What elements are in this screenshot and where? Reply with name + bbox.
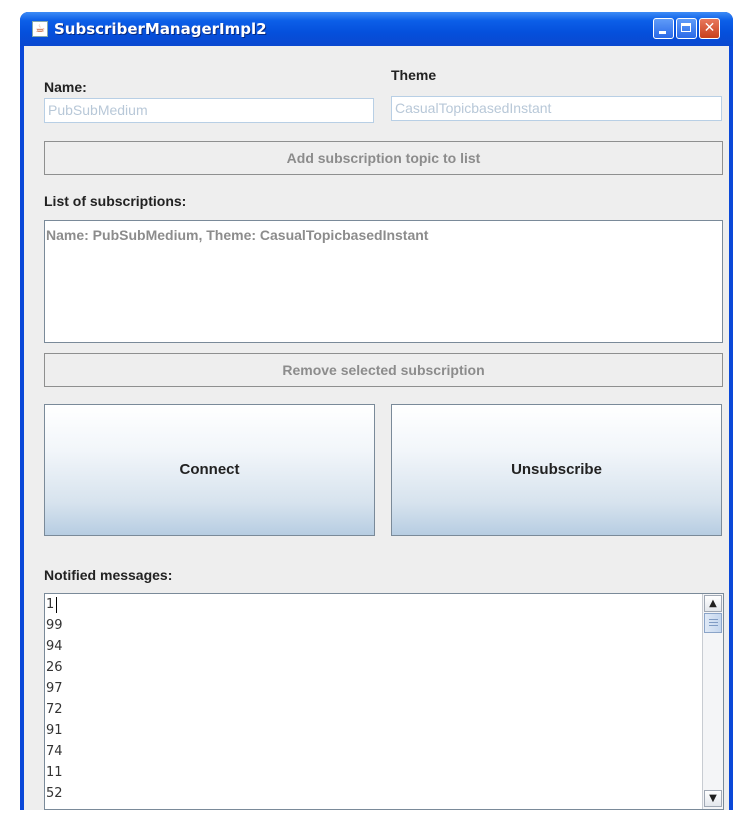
maximize-button[interactable] [676,18,697,39]
message-line: 99 [46,618,63,633]
close-button[interactable]: ✕ [699,18,720,39]
message-line: 74 [46,744,63,759]
message-line: 97 [46,681,63,696]
theme-field[interactable]: CasualTopicbasedInstant [391,96,722,121]
title-bar[interactable]: ☕ SubscriberManagerImpl2 ✕ [20,12,733,46]
add-subscription-button[interactable]: Add subscription topic to list [44,141,723,175]
maximize-icon [681,23,691,32]
vertical-scrollbar[interactable]: ▲ ▼ [702,594,723,809]
message-line: 1 [46,597,55,612]
minimize-button[interactable] [653,18,674,39]
message-line: 91 [46,723,63,738]
name-field[interactable]: PubSubMedium [44,98,374,123]
text-caret [56,597,57,613]
name-label: Name: [44,79,87,95]
messages-label: Notified messages: [44,567,173,583]
connect-button[interactable]: Connect [44,404,375,536]
subscriptions-list[interactable]: Name: PubSubMedium, Theme: CasualTopicba… [44,220,723,343]
list-item[interactable]: Name: PubSubMedium, Theme: CasualTopicba… [46,227,428,243]
unsubscribe-button[interactable]: Unsubscribe [391,404,722,536]
close-icon: ✕ [703,20,716,36]
grip-line [709,619,718,620]
message-line: 72 [46,702,63,717]
subscriptions-label: List of subscriptions: [44,193,187,209]
window-title: SubscriberManagerImpl2 [54,20,267,38]
scroll-down-button[interactable]: ▼ [704,790,722,807]
app-window: ☕ SubscriberManagerImpl2 ✕ Name: Theme P… [20,12,733,810]
grip-line [709,625,718,626]
minimize-icon [659,31,666,34]
message-line: 94 [46,639,63,654]
remove-subscription-button[interactable]: Remove selected subscription [44,353,723,387]
content-pane: Name: Theme PubSubMedium CasualTopicbase… [24,46,729,810]
messages-textarea[interactable]: 1 99 94 26 97 72 91 74 11 52 ▲ ▼ [44,593,724,810]
message-line: 26 [46,660,63,675]
message-line: 11 [46,765,63,780]
scroll-up-button[interactable]: ▲ [704,595,722,612]
java-coffee-cup-icon: ☕ [32,21,48,37]
theme-label: Theme [391,67,437,83]
message-line: 52 [46,786,63,801]
grip-line [709,622,718,623]
scroll-thumb[interactable] [704,613,722,633]
